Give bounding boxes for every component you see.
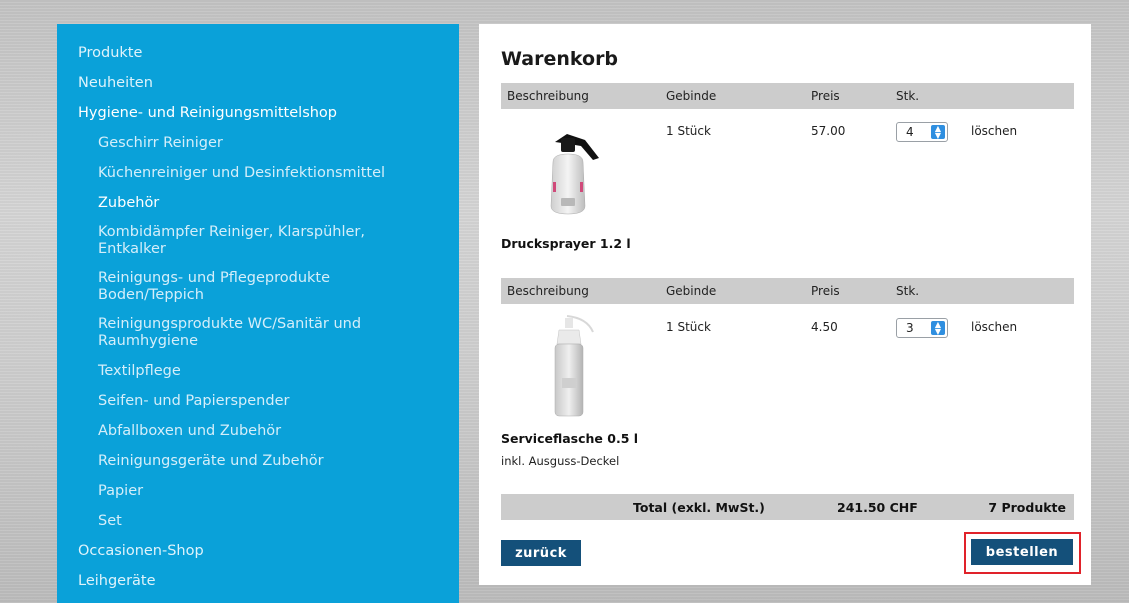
category-sidebar: Produkte Neuheiten Hygiene- und Reinigun… <box>57 24 459 603</box>
item-package: 1 Stück <box>666 320 711 334</box>
product-name: Serviceflasche 0.5 l <box>501 431 639 446</box>
total-amount: 241.50 CHF <box>837 500 918 515</box>
nav-item-boden-teppich[interactable]: Reinigungs- und Pflegeprodukte Boden/Tep… <box>57 270 377 304</box>
nav-item-kombidaempfer[interactable]: Kombidämpfer Reiniger, Klarspühler, Entk… <box>57 224 417 258</box>
column-header-qty: Stk. <box>896 284 920 298</box>
nav-item-produkte[interactable]: Produkte <box>57 44 459 62</box>
nav-item-leihgeraete[interactable]: Leihgeräte <box>57 572 459 590</box>
column-header-price: Preis <box>811 284 840 298</box>
back-button[interactable]: zurück <box>501 540 581 566</box>
total-label: Total (exkl. MwSt.) <box>633 500 765 515</box>
column-header-description: Beschreibung <box>507 89 589 103</box>
nav-item-zubehoer[interactable]: Zubehör <box>57 194 459 212</box>
nav-item-seifenspender[interactable]: Seifen- und Papierspender <box>57 392 459 410</box>
delete-link[interactable]: löschen <box>971 320 1017 334</box>
quantity-select[interactable]: 3 ▲ ▼ <box>896 318 948 338</box>
service-bottle-image <box>554 315 594 417</box>
item-price: 4.50 <box>811 320 838 334</box>
pressure-sprayer-image <box>550 134 599 215</box>
total-count: 7 Produkte <box>988 500 1066 515</box>
nav-item-kuechenreiniger[interactable]: Küchenreiniger und Desinfektionsmittel <box>57 164 459 182</box>
cart-panel: Warenkorb Beschreibung Gebinde Preis Stk… <box>479 24 1091 585</box>
nav-item-hygiene-shop[interactable]: Hygiene- und Reinigungsmittelshop <box>57 104 459 122</box>
nav-item-papier[interactable]: Papier <box>57 482 459 500</box>
table-header: Beschreibung Gebinde Preis Stk. <box>501 278 1074 304</box>
item-price: 57.00 <box>811 124 846 138</box>
column-header-description: Beschreibung <box>507 284 589 298</box>
nav-item-reinigungsgeraete[interactable]: Reinigungsgeräte und Zubehör <box>57 452 459 470</box>
nav-item-textilpflege[interactable]: Textilpflege <box>57 362 459 380</box>
delete-link[interactable]: löschen <box>971 124 1017 138</box>
order-button[interactable]: bestellen <box>971 539 1073 565</box>
nav-item-occasionen-shop[interactable]: Occasionen-Shop <box>57 542 459 560</box>
table-header: Beschreibung Gebinde Preis Stk. <box>501 83 1074 109</box>
column-header-price: Preis <box>811 89 840 103</box>
column-header-package: Gebinde <box>666 89 717 103</box>
page-title: Warenkorb <box>501 48 619 70</box>
select-arrows-icon: ▲ ▼ <box>931 321 945 336</box>
nav-item-geschirr-reiniger[interactable]: Geschirr Reiniger <box>57 134 459 152</box>
cart-total-row: Total (exkl. MwSt.) 241.50 CHF 7 Produkt… <box>501 494 1074 520</box>
select-arrows-icon: ▲ ▼ <box>931 125 945 140</box>
nav-item-set[interactable]: Set <box>57 512 459 530</box>
nav-item-neuheiten[interactable]: Neuheiten <box>57 74 459 92</box>
column-header-qty: Stk. <box>896 89 920 103</box>
product-note: inkl. Ausguss-Deckel <box>501 454 620 468</box>
nav-item-abfallboxen[interactable]: Abfallboxen und Zubehör <box>57 422 459 440</box>
column-header-package: Gebinde <box>666 284 717 298</box>
product-name: Drucksprayer 1.2 l <box>501 236 631 251</box>
quantity-select[interactable]: 4 ▲ ▼ <box>896 122 948 142</box>
item-package: 1 Stück <box>666 124 711 138</box>
nav-item-wc-sanitaer[interactable]: Reinigungsprodukte WC/Sanitär und Raumhy… <box>57 316 397 350</box>
